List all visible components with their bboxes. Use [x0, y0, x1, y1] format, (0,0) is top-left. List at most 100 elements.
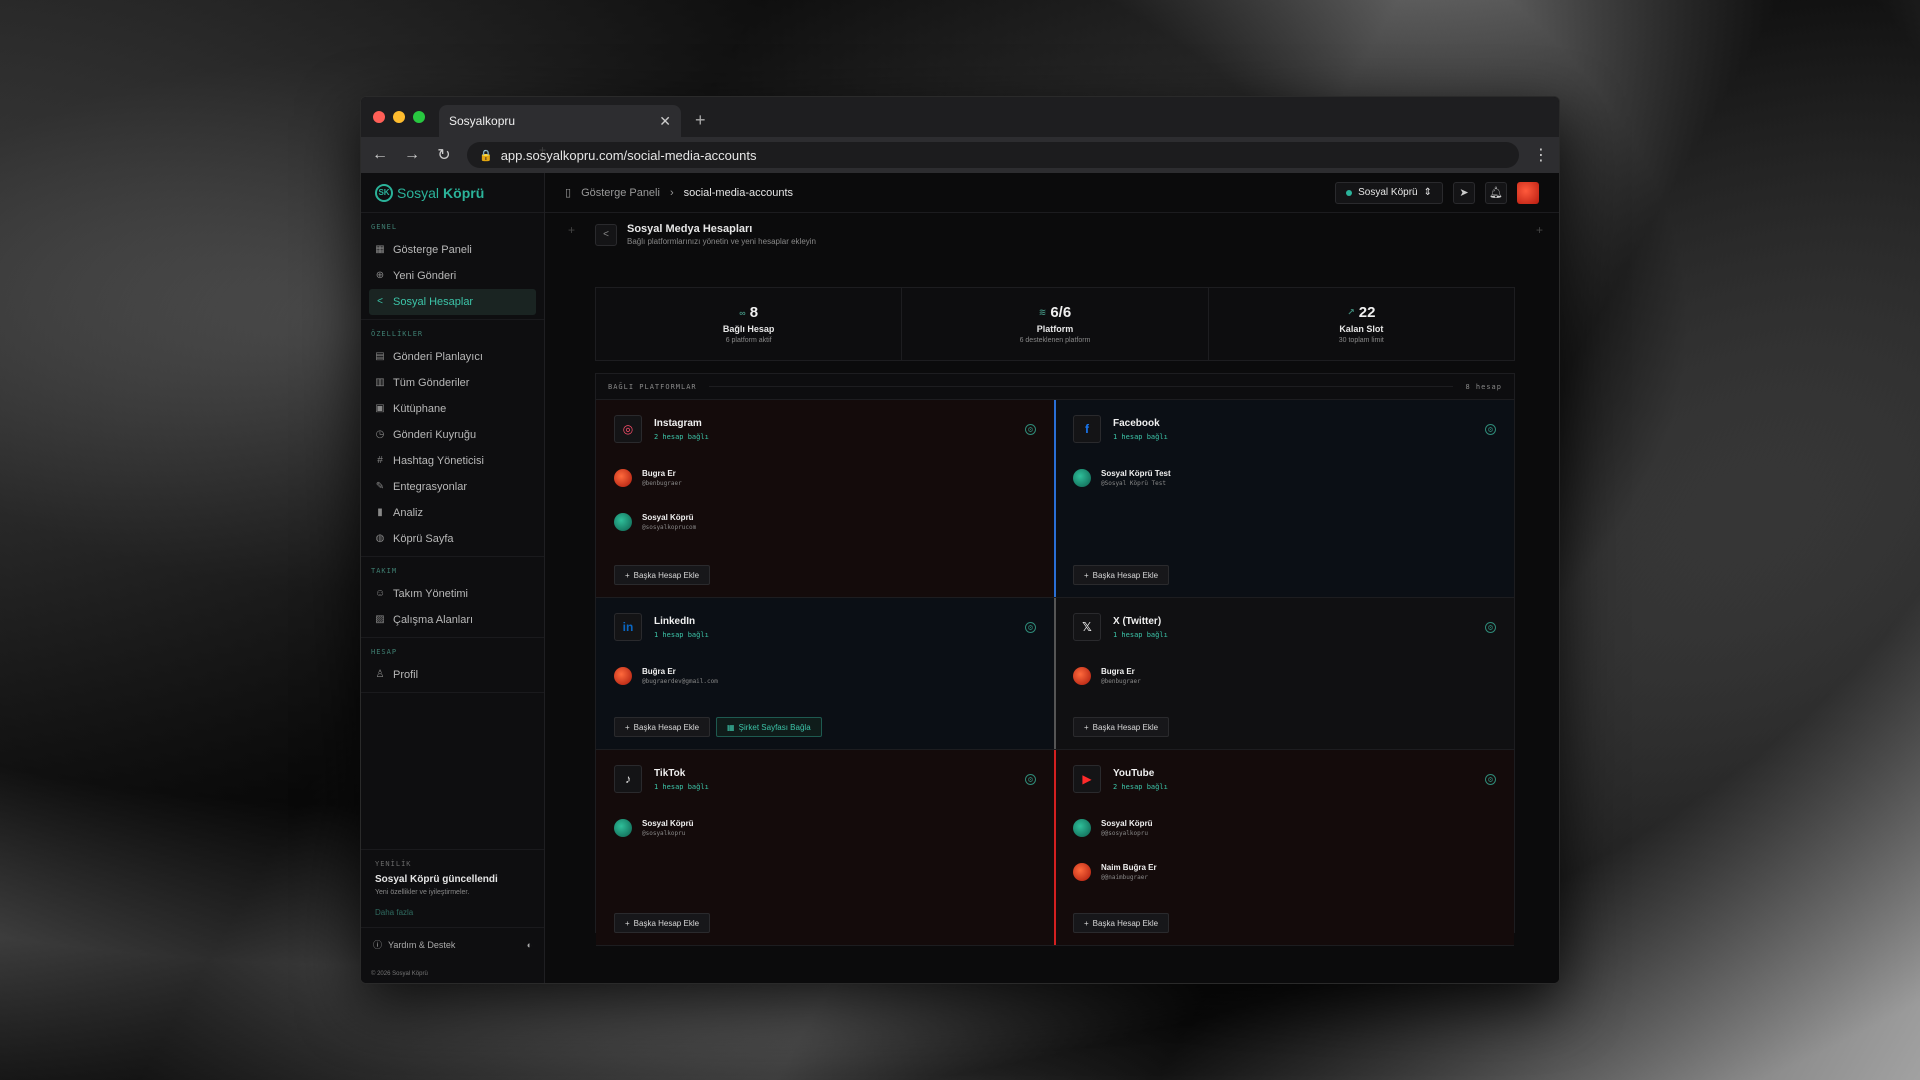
plus-icon: + — [625, 918, 630, 928]
sidebar-item[interactable]: ✎ Entegrasyonlar — [369, 474, 536, 500]
account-row[interactable]: Sosyal Köprü Test @Sosyal Köprü Test — [1073, 456, 1496, 500]
platform-account-count: 2 hesap bağlı — [1113, 782, 1168, 791]
platform-name: Instagram — [654, 417, 702, 429]
workspace-switcher[interactable]: Sosyal Köprü ⇕ — [1335, 181, 1443, 204]
add-account-label: Başka Hesap Ekle — [1092, 570, 1159, 580]
account-handle: @benbugraer — [1101, 678, 1141, 685]
breadcrumb-current: social-media-accounts — [683, 186, 794, 199]
hashtag-icon: # — [377, 455, 383, 466]
sidebar-item[interactable]: ▤ Gönderi Planlayıcı — [369, 344, 536, 370]
briefcase-icon: ▨ — [375, 614, 385, 625]
help-button[interactable]: ⓘ Yardım & Destek — [373, 938, 455, 951]
chart-icon: ▮ — [377, 507, 383, 518]
account-row[interactable]: Bugra Er @benbugraer — [1073, 654, 1496, 698]
add-account-label: Başka Hesap Ekle — [633, 722, 700, 732]
sidebar-toggle-icon[interactable]: ▯ — [565, 186, 571, 199]
add-account-button[interactable]: + Başka Hesap Ekle — [614, 717, 711, 737]
close-tab-icon[interactable]: ✕ — [659, 113, 671, 130]
add-account-button[interactable]: + Başka Hesap Ekle — [1073, 565, 1170, 585]
platform-card: f Facebook 1 hesap bağlı ⚙ Sosyal Köprü … — [1054, 400, 1514, 598]
browser-tab[interactable]: Sosyalkopru ✕ — [439, 105, 681, 137]
platform-settings-icon[interactable]: ⚙ — [1485, 424, 1496, 435]
card-actions: + Başka Hesap Ekle — [614, 565, 711, 585]
minimize-window-button[interactable] — [393, 111, 405, 123]
breadcrumb-root[interactable]: Gösterge Paneli — [581, 187, 660, 199]
logo[interactable]: SK Sosyal Köprü — [361, 173, 544, 213]
card-actions: + Başka Hesap Ekle — [1073, 565, 1170, 585]
platform-settings-icon[interactable]: ⚙ — [1485, 774, 1496, 785]
platforms-header: BAĞLI PLATFORMLAR 8 hesap — [596, 374, 1514, 400]
sidebar-item[interactable]: ♙ Profil — [369, 662, 536, 688]
sidebar-item[interactable]: ☺ Takım Yönetimi — [369, 581, 536, 607]
close-window-button[interactable] — [373, 111, 385, 123]
building-icon: ▦ — [727, 722, 735, 732]
add-account-button[interactable]: + Başka Hesap Ekle — [614, 913, 711, 933]
browser-menu-icon[interactable]: ⋮ — [1533, 145, 1549, 165]
forward-icon[interactable]: → — [403, 146, 421, 164]
sidebar-section: HESAP ♙ Profil — [361, 638, 544, 693]
platform-accent-bar — [1054, 400, 1056, 597]
account-avatar — [1073, 863, 1091, 881]
sidebar-item[interactable]: ▦ Gösterge Paneli — [369, 237, 536, 263]
sidebar-item[interactable]: ◍ Köprü Sayfa — [369, 526, 536, 552]
url-field[interactable]: 🔒 app.sosyalkopru.com/social-media-accou… — [467, 142, 1519, 168]
logo-text-a: Sosyal — [397, 184, 440, 201]
account-name: Sosyal Köprü — [642, 513, 694, 522]
account-row[interactable]: Sosyal Köprü @@sosyalkopru — [1073, 806, 1496, 850]
new-tab-icon[interactable]: + — [695, 110, 706, 131]
account-row[interactable]: Bugra Er @benbugraer — [614, 456, 1036, 500]
sidebar-item[interactable]: ▮ Analiz — [369, 500, 536, 526]
news-more-link[interactable]: Daha fazla — [375, 908, 530, 917]
user-avatar[interactable] — [1517, 181, 1539, 204]
tab-bar: Sosyalkopru ✕ + — [361, 97, 1559, 137]
account-row[interactable]: Sosyal Köprü @sosyalkoprucom — [614, 500, 1036, 544]
sidebar-item[interactable]: ▨ Çalışma Alanları — [369, 607, 536, 633]
sidebar-item-label: Analiz — [393, 507, 423, 519]
account-row[interactable]: Sosyal Köprü @sosyalkopru — [614, 806, 1036, 850]
add-account-button[interactable]: + Başka Hesap Ekle — [1073, 717, 1170, 737]
news-title: Sosyal Köprü güncellendi — [375, 874, 498, 885]
platforms-title: BAĞLI PLATFORMLAR — [608, 382, 697, 391]
sidebar-item[interactable]: < Sosyal Hesaplar — [369, 289, 536, 315]
account-name: Bugra Er — [642, 469, 676, 478]
account-handle: @Sosyal Köprü Test — [1101, 480, 1167, 487]
back-icon[interactable]: ← — [371, 146, 389, 164]
platform-name: Facebook — [1113, 417, 1160, 429]
sidebar-item[interactable]: # Hashtag Yöneticisi — [369, 448, 536, 474]
send-icon[interactable]: ➤ — [1453, 181, 1475, 204]
add-account-button[interactable]: + Başka Hesap Ekle — [1073, 913, 1170, 933]
bell-icon[interactable]: 🔔︎ — [1485, 181, 1507, 204]
page-header: < Sosyal Medya Hesapları Bağlı platforml… — [595, 223, 816, 246]
account-row[interactable]: Buğra Er @bugraerdev@gmail.com — [614, 654, 1036, 698]
account-handle: @@sosyalkopru — [1101, 830, 1148, 837]
account-avatar — [614, 469, 632, 487]
platform-settings-icon[interactable]: ⚙ — [1025, 424, 1036, 435]
sidebar-item[interactable]: ▥ Tüm Gönderiler — [369, 370, 536, 396]
add-account-button[interactable]: + Başka Hesap Ekle — [614, 565, 711, 585]
account-avatar — [1073, 667, 1091, 685]
tiktok-icon: ♪ — [614, 765, 642, 793]
platform-account-count: 1 hesap bağlı — [1113, 432, 1168, 441]
platform-card: ◎ Instagram 2 hesap bağlı ⚙ Bugra Er @be… — [596, 400, 1055, 598]
reload-icon[interactable]: ↻ — [435, 145, 453, 165]
maximize-window-button[interactable] — [413, 111, 425, 123]
platform-settings-icon[interactable]: ⚙ — [1025, 622, 1036, 633]
platform-settings-icon[interactable]: ⚙ — [1485, 622, 1496, 633]
sidebar-item[interactable]: ▣ Kütüphane — [369, 396, 536, 422]
sidebar-item-label: Kütüphane — [393, 403, 447, 415]
sidebar-item[interactable]: ⊕ Yeni Gönderi — [369, 263, 536, 289]
workspace-status-icon — [1346, 189, 1353, 196]
sidebar-item[interactable]: ◷ Gönderi Kuyruğu — [369, 422, 536, 448]
platforms-count: 8 hesap — [1465, 382, 1502, 391]
account-list: Sosyal Köprü Test @Sosyal Köprü Test — [1073, 456, 1496, 500]
platform-settings-icon[interactable]: ⚙ — [1025, 774, 1036, 785]
account-row[interactable]: Naim Buğra Er @@naimbugraer — [1073, 850, 1496, 894]
connect-company-page-button[interactable]: ▦ Şirket Sayfası Bağla — [716, 717, 822, 737]
theme-toggle-icon[interactable]: ◐ — [527, 940, 532, 950]
x-twitter-icon: 𝕏 — [1073, 613, 1101, 641]
stat-label: Bağlı Hesap — [722, 324, 775, 334]
card-actions: + Başka Hesap Ekle — [1073, 717, 1170, 737]
youtube-icon: ▶ — [1073, 765, 1101, 793]
stat-value: 8 — [749, 304, 759, 321]
platform-accent-bar — [1054, 750, 1056, 945]
